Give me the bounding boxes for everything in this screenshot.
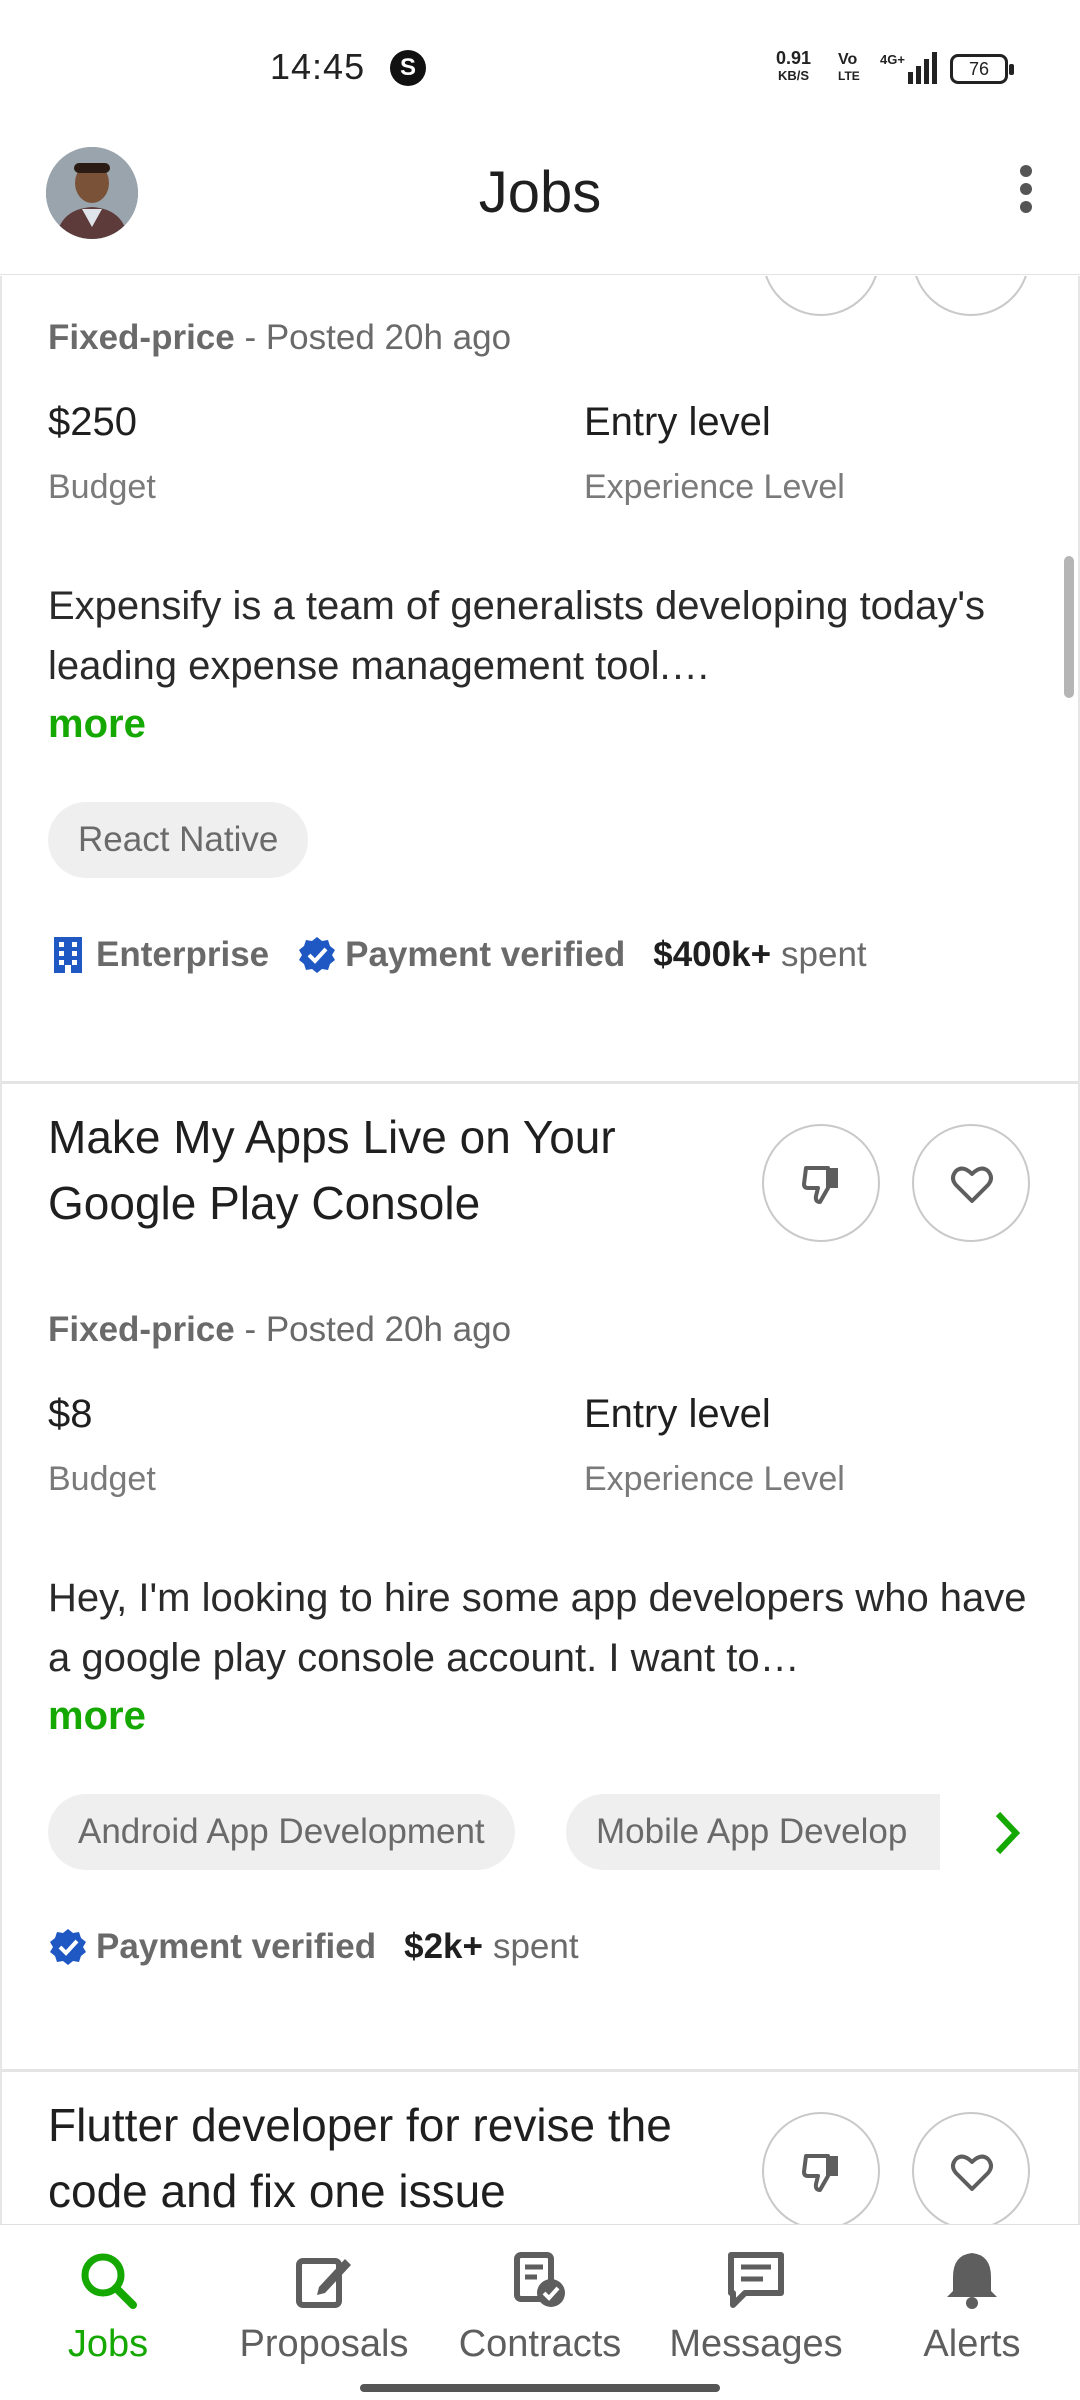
experience-label: Experience Level <box>584 1460 845 1498</box>
more-link[interactable]: more <box>48 702 146 747</box>
verified-badge-icon <box>50 1929 86 1965</box>
experience-label: Experience Level <box>584 468 845 506</box>
app-header: Jobs <box>0 135 1080 275</box>
payment-verified-label: Payment verified <box>96 1927 377 1966</box>
volte-bottom: LTE <box>838 69 860 83</box>
job-card[interactable]: Fixed-price - Posted 20h ago $250 Budget… <box>2 276 1078 1081</box>
dislike-button[interactable] <box>762 276 880 316</box>
nav-contracts[interactable]: Contracts <box>432 2247 648 2366</box>
message-icon <box>728 2252 784 2308</box>
client-spent-label: spent <box>781 935 867 974</box>
job-description: Expensify is a team of generalists devel… <box>48 584 986 688</box>
nav-label: Messages <box>669 2323 843 2365</box>
client-spent-value: $400k+ <box>653 935 772 974</box>
dislike-button[interactable] <box>762 2112 880 2224</box>
job-card[interactable]: Make My Apps Live on Your Google Play Co… <box>2 1084 1078 2069</box>
payment-verified-label: Payment verified <box>345 935 626 974</box>
heart-icon <box>951 2154 993 2191</box>
budget-value: $8 <box>48 1392 93 1436</box>
job-card[interactable]: Flutter developer for revise the code an… <box>2 2072 1078 2224</box>
signal-icon: 4G+ <box>880 52 937 84</box>
job-meta: Fixed-price - Posted 20h ago <box>48 1310 511 1350</box>
job-type: Fixed-price <box>48 318 235 357</box>
thumbs-down-icon <box>802 2154 838 2192</box>
job-title[interactable]: Make My Apps Live on Your Google Play Co… <box>48 1104 728 1236</box>
budget-value: $250 <box>48 400 137 444</box>
skill-chip[interactable]: Mobile App Develop <box>566 1794 940 1870</box>
budget-label: Budget <box>48 1460 156 1498</box>
battery-icon: 76 <box>950 54 1014 84</box>
volte-icon: Vo LTE <box>838 52 860 84</box>
page-title: Jobs <box>478 160 602 225</box>
building-icon <box>54 937 82 973</box>
svg-text:4G+: 4G+ <box>880 52 905 67</box>
nav-label: Alerts <box>923 2323 1021 2365</box>
nav-messages[interactable]: Messages <box>648 2247 864 2366</box>
job-title[interactable]: Flutter developer for revise the code an… <box>48 2092 728 2224</box>
budget-label: Budget <box>48 468 156 506</box>
client-info: Enterprise Payment verified $400k+ spent <box>48 930 867 980</box>
app-notification-icon: S <box>390 50 426 86</box>
status-time: 14:45 <box>270 46 366 87</box>
home-indicator[interactable] <box>360 2384 720 2392</box>
save-job-button[interactable] <box>912 1124 1030 1242</box>
skill-chip[interactable]: React Native <box>48 802 309 878</box>
more-options-icon[interactable] <box>1012 161 1040 221</box>
job-description: Hey, I'm looking to hire some app develo… <box>48 1576 1027 1680</box>
nav-label: Jobs <box>67 2323 149 2365</box>
client-info: Payment verified $2k+ spent <box>48 1922 579 1972</box>
dislike-button[interactable] <box>762 1124 880 1242</box>
client-spent-value: $2k+ <box>404 1927 483 1966</box>
skill-chip[interactable]: Android App Development <box>48 1794 515 1870</box>
job-feed[interactable]: Fixed-price - Posted 20h ago $250 Budget… <box>0 276 1080 2224</box>
status-bar: 14:45 S 0.91 KB/S Vo LTE 4G+ 76 <box>0 0 1080 135</box>
nav-proposals[interactable]: Proposals <box>216 2247 432 2366</box>
experience-value: Entry level <box>584 400 771 444</box>
network-speed-unit: KB/S <box>777 68 810 83</box>
nav-jobs[interactable]: Jobs <box>0 2247 216 2366</box>
edit-icon <box>296 2258 351 2308</box>
verified-badge-icon <box>299 937 336 973</box>
job-meta: Fixed-price - Posted 20h ago <box>48 318 511 358</box>
enterprise-label: Enterprise <box>96 935 270 974</box>
search-icon <box>81 2253 137 2309</box>
save-job-button[interactable] <box>912 276 1030 316</box>
thumbs-down-icon <box>802 1166 838 1204</box>
bell-icon <box>947 2253 997 2309</box>
network-speed: 0.91 KB/S <box>776 48 812 84</box>
contract-icon <box>514 2252 565 2307</box>
nav-alerts[interactable]: Alerts <box>864 2247 1080 2366</box>
job-posted: - Posted 20h ago <box>234 1310 512 1349</box>
job-type: Fixed-price <box>48 1310 235 1349</box>
save-job-button[interactable] <box>912 2112 1030 2224</box>
bottom-navigation: Jobs Proposals Contracts Messages Alerts <box>0 2224 1080 2400</box>
client-spent-label: spent <box>492 1927 579 1966</box>
nav-label: Proposals <box>239 2323 409 2365</box>
network-speed-value: 0.91 <box>776 48 812 68</box>
job-posted: - Posted 20h ago <box>234 318 512 357</box>
experience-value: Entry level <box>584 1392 771 1436</box>
volte-top: Vo <box>838 51 858 68</box>
nav-label: Contracts <box>458 2323 622 2365</box>
scrollbar-thumb[interactable] <box>1064 556 1074 698</box>
more-link[interactable]: more <box>48 1694 146 1739</box>
heart-icon <box>951 1166 993 1203</box>
chevron-right-icon[interactable] <box>986 1808 1026 1858</box>
